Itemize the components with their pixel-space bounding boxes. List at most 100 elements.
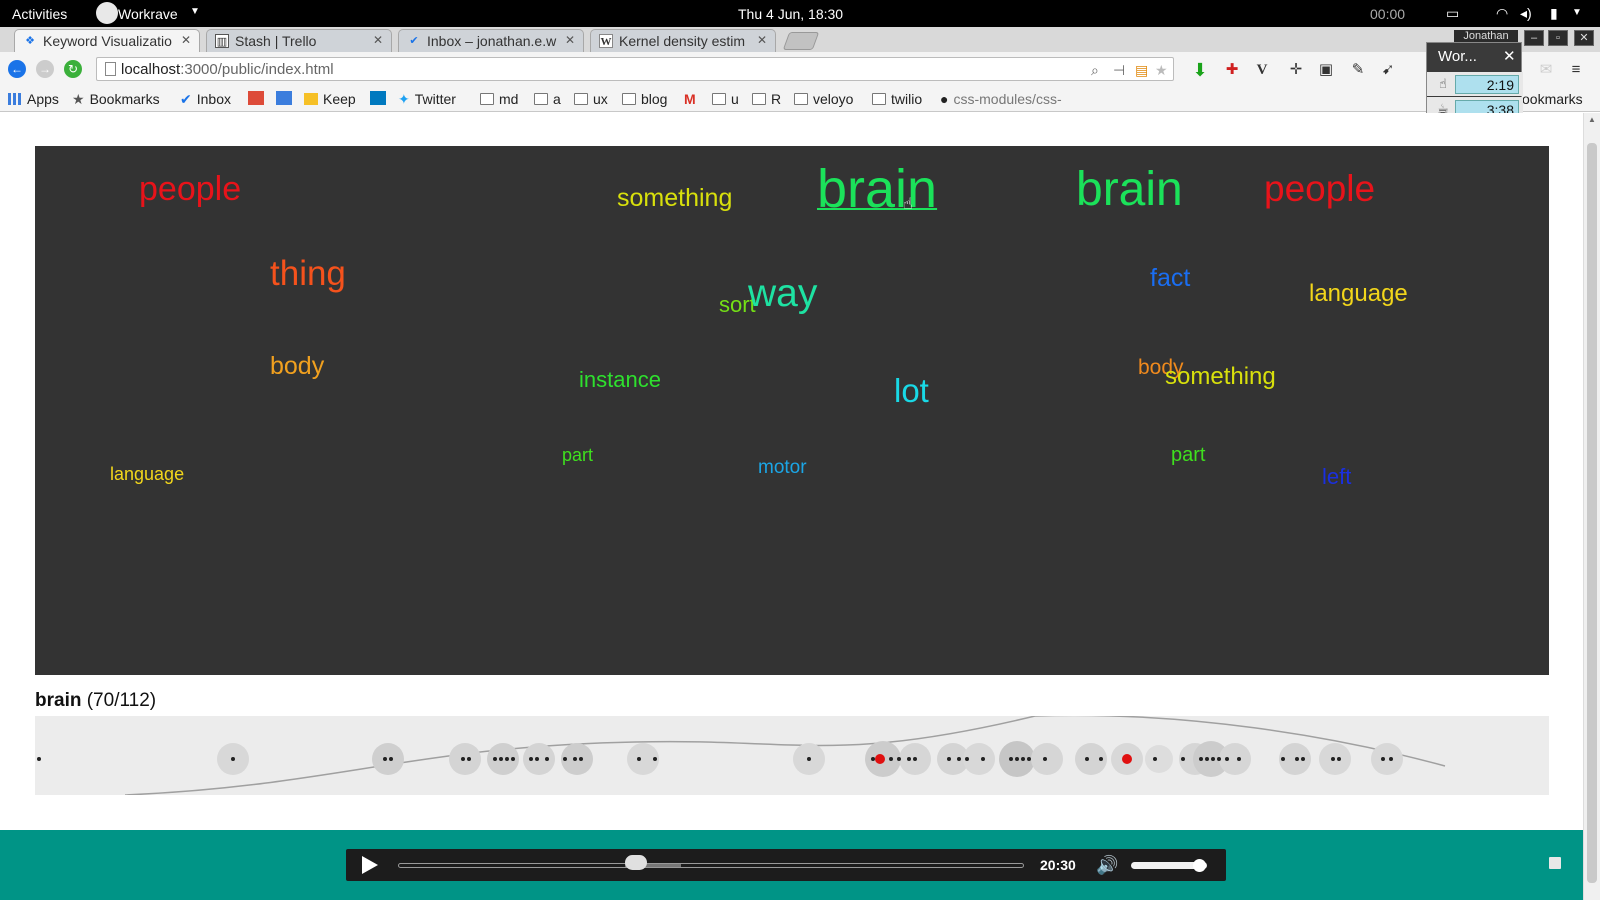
keyword-word-selected[interactable]: brain	[817, 158, 937, 220]
bookmark-label: ux	[593, 91, 608, 107]
trello-icon: ▥	[215, 34, 229, 48]
bookmark-bookmarks[interactable]: ★ Bookmarks	[72, 91, 160, 108]
keyword-word[interactable]: brain	[1076, 162, 1183, 217]
bookmark-label: Twitter	[414, 91, 456, 107]
chevron-down-icon[interactable]: ▼	[1572, 7, 1582, 18]
close-icon[interactable]: ✕	[1574, 30, 1594, 46]
reload-icon[interactable]: ↻	[64, 60, 82, 78]
bookmark-folder-r[interactable]: R	[752, 91, 781, 107]
close-icon[interactable]: ✕	[373, 33, 383, 47]
google-plus-icon	[248, 91, 264, 105]
mail-icon[interactable]: ✉	[1536, 60, 1556, 80]
address-bar[interactable]: localhost:3000/public/index.html ⌕ ⊣ ▤ ★	[96, 57, 1174, 81]
close-icon[interactable]: ✕	[757, 33, 767, 47]
bookmark-star-icon[interactable]: ★	[1155, 62, 1168, 79]
bookmark-folder-twilio[interactable]: twilio	[872, 91, 922, 107]
workrave-menu[interactable]: Workrave	[118, 6, 178, 22]
bookmark-google-plus[interactable]	[248, 91, 269, 107]
tab-trello[interactable]: ▥ Stash | Trello ✕	[206, 29, 392, 52]
maximize-icon[interactable]: ▫	[1548, 30, 1568, 46]
chat-icon[interactable]: ▭	[1446, 5, 1459, 22]
keyword-word[interactable]: thing	[270, 254, 346, 294]
pin-icon[interactable]: ⊣	[1113, 62, 1125, 79]
wifi-icon[interactable]: ◠	[1496, 5, 1508, 22]
close-icon[interactable]: ✕	[1503, 47, 1516, 65]
volume-icon[interactable]: ◂)	[1520, 5, 1532, 22]
back-icon[interactable]: ←	[8, 60, 26, 78]
bookmark-gmail[interactable]: M	[684, 91, 696, 107]
bookmark-apps[interactable]: Apps	[8, 91, 59, 107]
bookmark-folder-blog[interactable]: blog	[622, 91, 667, 107]
tab-keyword-visualization[interactable]: ❖ Keyword Visualizatio ✕	[14, 29, 200, 52]
scroll-up-icon[interactable]: ▲	[1588, 115, 1596, 124]
keyword-occurrence-timeline[interactable]	[35, 714, 1549, 796]
keyword-word[interactable]: body	[270, 352, 324, 381]
cursor-icon[interactable]: ➹	[1378, 60, 1398, 80]
bookmark-label: u	[731, 91, 739, 107]
keyword-word[interactable]: fact	[1150, 264, 1190, 293]
extension-badge-icon[interactable]: ✚	[1222, 60, 1242, 80]
keyword-word[interactable]: instance	[579, 367, 661, 393]
new-tab-button[interactable]	[782, 32, 820, 50]
bookmark-folder-md[interactable]: md	[480, 91, 518, 107]
eyedropper-icon[interactable]: ✎	[1348, 60, 1368, 80]
scrollbar-thumb[interactable]	[1587, 143, 1597, 883]
volume-handle[interactable]	[1193, 859, 1207, 872]
gmail-icon: M	[684, 91, 696, 107]
chevron-down-icon[interactable]: ▼	[190, 6, 200, 17]
keyword-word[interactable]: something	[617, 184, 732, 213]
tab-inbox[interactable]: ✔ Inbox – jonathan.e.w ✕	[398, 29, 584, 52]
seek-bar[interactable]	[398, 863, 1024, 868]
bookmark-css-modules[interactable]: ● css-modules/css-	[940, 91, 1062, 107]
bookmark-inbox[interactable]: ✔ Inbox	[180, 91, 231, 108]
zoom-icon[interactable]: ⌕	[1091, 62, 1099, 79]
selected-keyword-info: brain (70/112)	[35, 690, 156, 712]
volume-icon[interactable]: 🔊	[1096, 855, 1118, 876]
battery-icon[interactable]: ▮	[1550, 5, 1558, 22]
keyword-word[interactable]: language	[110, 464, 184, 485]
download-icon[interactable]: ⬇	[1190, 60, 1210, 80]
extension-icon[interactable]: ▣	[1316, 60, 1336, 80]
keyword-word[interactable]: people	[1264, 168, 1375, 210]
keyword-word[interactable]: something	[1165, 363, 1276, 391]
bookmark-label: blog	[641, 91, 668, 107]
keyword-word[interactable]: language	[1309, 280, 1408, 308]
bookmark-folder-veloyo[interactable]: veloyo	[794, 91, 853, 107]
seek-handle[interactable]	[624, 855, 647, 870]
crosshair-icon[interactable]: ✛	[1286, 60, 1306, 80]
keyword-word[interactable]: left	[1322, 464, 1351, 490]
bookmark-four[interactable]	[276, 91, 297, 107]
keyword-word[interactable]: part	[1171, 444, 1205, 467]
play-icon[interactable]	[362, 856, 378, 874]
workrave-sheep-icon[interactable]	[96, 2, 118, 24]
menu-icon[interactable]: ≡	[1566, 60, 1586, 80]
selected-keyword: brain	[35, 690, 82, 711]
rss-icon[interactable]: ▤	[1135, 62, 1148, 79]
url-text[interactable]: localhost:3000/public/index.html	[121, 61, 334, 78]
tab-kernel-density[interactable]: W Kernel density estim ✕	[590, 29, 776, 52]
activities-button[interactable]: Activities	[12, 6, 67, 22]
forward-icon[interactable]: →	[36, 60, 54, 78]
close-icon[interactable]: ✕	[565, 33, 575, 47]
bookmark-twitter[interactable]: ✦ Twitter	[398, 91, 456, 108]
minimize-icon[interactable]: –	[1524, 30, 1544, 46]
keyword-word[interactable]: motor	[758, 457, 807, 479]
bookmark-trello[interactable]	[370, 91, 391, 107]
bookmark-folder-u[interactable]: u	[712, 91, 739, 107]
scrollbar[interactable]: ▲	[1583, 113, 1600, 900]
clock[interactable]: Thu 4 Jun, 18:30	[738, 6, 843, 22]
other-bookmarks[interactable]: ookmarks	[1522, 91, 1583, 107]
bookmark-keep[interactable]: Keep	[304, 91, 356, 107]
stop-icon[interactable]	[1549, 857, 1561, 869]
close-icon[interactable]: ✕	[181, 33, 191, 47]
keyword-word[interactable]: way	[748, 272, 817, 316]
keyword-word[interactable]: people	[139, 170, 241, 209]
vimium-icon[interactable]: V	[1252, 60, 1272, 80]
tab-label: Keyword Visualizatio	[43, 33, 172, 49]
bookmark-folder-a[interactable]: a	[534, 91, 561, 107]
browser-toolbar: ← → ↻ localhost:3000/public/index.html ⌕…	[0, 52, 1600, 86]
workrave-popup[interactable]: Wor... ✕ ☝ 2:19 ☕ 3:38	[1426, 42, 1523, 124]
keyword-word[interactable]: lot	[894, 372, 929, 410]
keyword-word[interactable]: part	[562, 445, 593, 466]
bookmark-folder-ux[interactable]: ux	[574, 91, 608, 107]
